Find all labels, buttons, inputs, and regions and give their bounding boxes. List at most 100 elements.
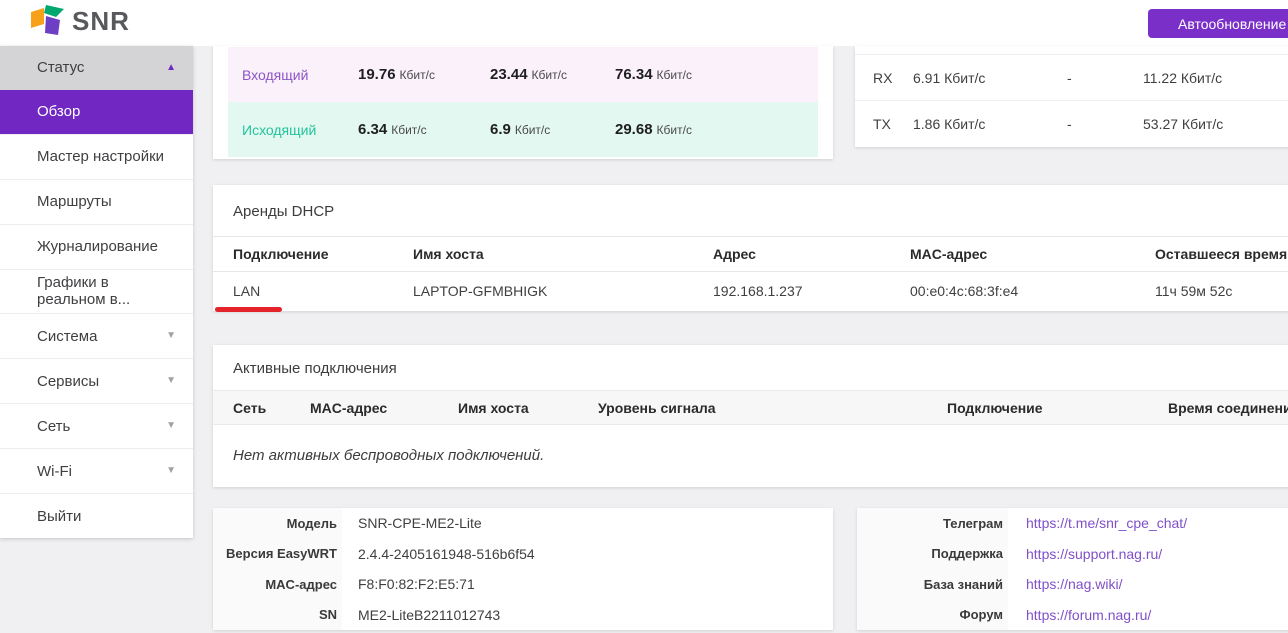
sidebar-item-label: Wi-Fi — [37, 463, 72, 480]
tx-row: TX 1.86 Кбит/с - 53.27 Кбит/с — [855, 100, 1288, 146]
rx-value: - — [1067, 70, 1072, 86]
link-row: Форум https://forum.nag.ru/ — [857, 600, 1288, 631]
forum-link[interactable]: https://forum.nag.ru/ — [1026, 607, 1151, 623]
column-header: Адрес — [713, 246, 756, 262]
sidebar-item-routes[interactable]: Маршруты — [0, 179, 193, 224]
column-header: MAC-адрес — [910, 246, 987, 262]
column-header: Сеть — [233, 400, 266, 416]
sidebar-item-logging[interactable]: Журналирование — [0, 224, 193, 269]
sidebar-item-realtime-graphs[interactable]: Графики в реальном в... — [0, 269, 193, 314]
column-header: Время соединения — [1168, 400, 1288, 416]
chevron-down-icon: ▼ — [166, 421, 176, 431]
sidebar-item-label: Сеть — [37, 418, 70, 435]
rx-value: 11.22 Кбит/с — [1143, 70, 1222, 86]
snr-logo-icon — [30, 4, 66, 38]
support-link[interactable]: https://support.nag.ru/ — [1026, 546, 1162, 562]
sidebar-item-label: Графики в реальном в... — [37, 274, 176, 308]
red-underline-annotation — [215, 307, 282, 312]
telegram-link[interactable]: https://t.me/snr_cpe_chat/ — [1026, 515, 1187, 531]
rx-value: 6.91 Кбит/с — [913, 70, 985, 86]
active-connections-card: Активные подключения Сеть MAC-адрес Имя … — [213, 345, 1288, 487]
lease-hostname: LAPTOP-GFMBHIGK — [413, 283, 547, 299]
column-header: Подключение — [947, 400, 1043, 416]
chevron-up-icon: ▲ — [166, 63, 176, 73]
traffic-value: 23.44Кбит/с — [490, 66, 567, 84]
traffic-value: 19.76Кбит/с — [358, 66, 435, 84]
column-header: Уровень сигнала — [598, 400, 716, 416]
outgoing-traffic-row: Исходящий 6.34Кбит/с 6.9Кбит/с 29.68Кбит… — [228, 102, 818, 157]
info-label: Модель — [213, 508, 342, 539]
tx-value: 1.86 Кбит/с — [913, 116, 985, 132]
sidebar-item-services[interactable]: Сервисы ▼ — [0, 358, 193, 403]
wiki-link[interactable]: https://nag.wiki/ — [1026, 576, 1123, 592]
sidebar-item-system[interactable]: Система ▼ — [0, 313, 193, 358]
lease-connection: LAN — [233, 283, 260, 299]
outgoing-label: Исходящий — [242, 122, 316, 138]
info-row: Модель SNR-CPE-ME2-Lite — [213, 508, 833, 539]
lease-mac: 00:e0:4c:68:3f:e4 — [910, 283, 1018, 299]
info-label: MAC-адрес — [213, 569, 342, 600]
traffic-value: 29.68Кбит/с — [615, 121, 692, 139]
rx-label: RX — [873, 70, 892, 86]
link-label: Телеграм — [857, 508, 1008, 539]
sidebar-item-label: Статус — [37, 59, 84, 76]
device-serial: ME2-LiteB2211012743 — [342, 600, 833, 631]
column-header: Подключение — [233, 246, 329, 262]
logo-text: SNR — [72, 6, 130, 37]
chevron-down-icon: ▼ — [166, 466, 176, 476]
incoming-label: Входящий — [242, 67, 308, 83]
rx-row: RX 6.91 Кбит/с - 11.22 Кбит/с — [855, 54, 1288, 100]
info-row: Версия EasyWRT 2.4.4-2405161948-516b6f54 — [213, 539, 833, 570]
column-header: Имя хоста — [458, 400, 529, 416]
tx-label: TX — [873, 116, 891, 132]
dhcp-lease-row: LAN LAPTOP-GFMBHIGK 192.168.1.237 00:e0:… — [213, 272, 1288, 310]
info-label: SN — [213, 600, 342, 631]
column-header: Оставшееся время а — [1155, 246, 1288, 262]
device-model: SNR-CPE-ME2-Lite — [342, 508, 833, 539]
auto-update-button[interactable]: Автообновление в — [1148, 9, 1288, 38]
link-row: Телеграм https://t.me/snr_cpe_chat/ — [857, 508, 1288, 539]
sidebar-item-status[interactable]: Статус ▲ — [0, 46, 193, 90]
top-bar: SNR Автообновление в — [0, 0, 1288, 46]
sidebar-item-setup-wizard[interactable]: Мастер настройки — [0, 134, 193, 179]
traffic-card: Входящий 19.76Кбит/с 23.44Кбит/с 76.34Кб… — [213, 46, 833, 159]
active-connections-header: Сеть MAC-адрес Имя хоста Уровень сигнала… — [213, 390, 1288, 425]
sidebar-item-label: Мастер настройки — [37, 148, 164, 165]
lease-time-left: 11ч 59м 52с — [1155, 283, 1232, 299]
support-links-card: Телеграм https://t.me/snr_cpe_chat/ Подд… — [857, 508, 1288, 630]
link-row: Поддержка https://support.nag.ru/ — [857, 539, 1288, 570]
link-label: База знаний — [857, 569, 1008, 600]
link-row: База знаний https://nag.wiki/ — [857, 569, 1288, 600]
chevron-down-icon: ▼ — [166, 331, 176, 341]
dhcp-leases-title: Аренды DHCP — [213, 185, 1288, 236]
firmware-version: 2.4.4-2405161948-516b6f54 — [342, 539, 833, 570]
tx-value: 53.27 Кбит/с — [1143, 116, 1223, 132]
device-info-card: Модель SNR-CPE-ME2-Lite Версия EasyWRT 2… — [213, 508, 833, 630]
sidebar-item-network[interactable]: Сеть ▼ — [0, 403, 193, 448]
link-label: Форум — [857, 600, 1008, 631]
column-header: MAC-адрес — [310, 400, 387, 416]
tx-value: - — [1067, 116, 1072, 132]
dhcp-table-header: Подключение Имя хоста Адрес MAC-адрес Ос… — [213, 236, 1288, 272]
sidebar-item-label: Выйти — [37, 508, 81, 525]
snr-logo[interactable]: SNR — [30, 4, 130, 38]
info-label: Версия EasyWRT — [213, 539, 342, 570]
active-connections-title: Активные подключения — [213, 345, 1288, 390]
snr-router-dashboard: SNR Автообновление в Статус ▲ Обзор Маст… — [0, 0, 1288, 633]
info-row: SN ME2-LiteB2211012743 — [213, 600, 833, 631]
card-top-strip — [855, 46, 1288, 54]
sidebar-item-label: Обзор — [37, 103, 80, 120]
incoming-traffic-row: Входящий 19.76Кбит/с 23.44Кбит/с 76.34Кб… — [228, 47, 818, 102]
traffic-value: 6.9Кбит/с — [490, 121, 550, 139]
traffic-value: 6.34Кбит/с — [358, 121, 427, 139]
info-row: MAC-адрес F8:F0:82:F2:E5:71 — [213, 569, 833, 600]
sidebar-item-logout[interactable]: Выйти — [0, 493, 193, 538]
sidebar-item-overview[interactable]: Обзор — [0, 90, 193, 134]
sidebar: Статус ▲ Обзор Мастер настройки Маршруты… — [0, 46, 193, 538]
sidebar-item-label: Система — [37, 328, 97, 345]
traffic-value: 76.34Кбит/с — [615, 66, 692, 84]
sidebar-item-label: Сервисы — [37, 373, 99, 390]
sidebar-item-label: Маршруты — [37, 193, 112, 210]
sidebar-item-wifi[interactable]: Wi-Fi ▼ — [0, 448, 193, 493]
column-header: Имя хоста — [413, 246, 484, 262]
